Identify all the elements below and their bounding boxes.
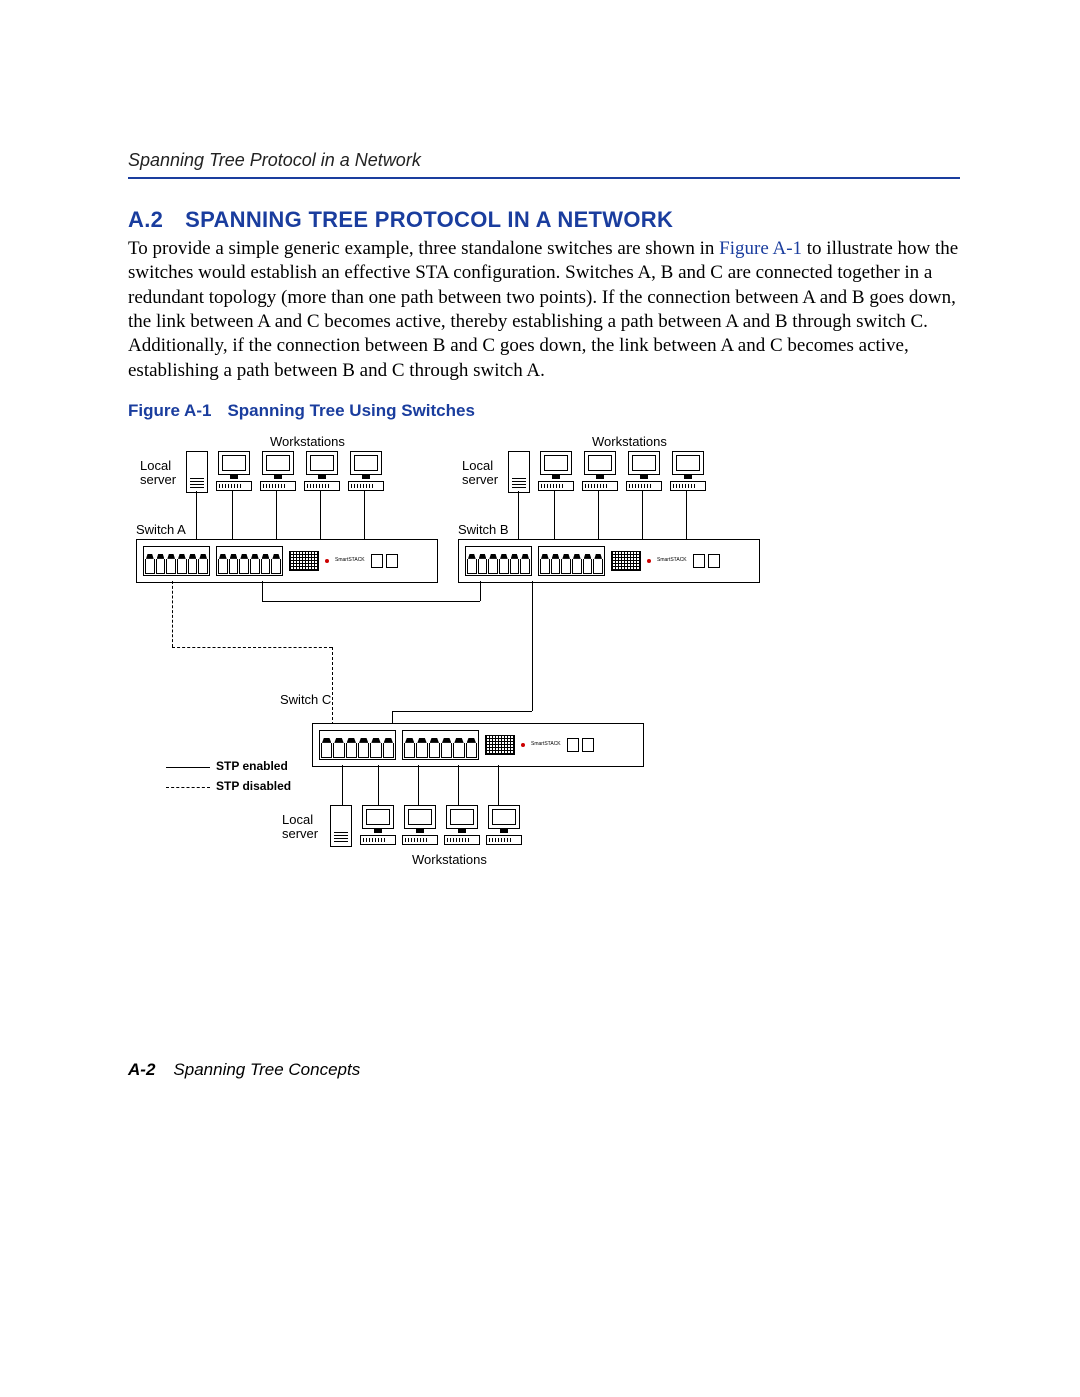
cable [532,581,533,711]
figure-title: Spanning Tree Using Switches [227,401,475,420]
section-title: SPANNING TREE PROTOCOL IN A NETWORK [185,207,673,232]
legend-line-solid [166,767,210,768]
workstation-icon [582,451,618,491]
cable [262,601,480,602]
cable [262,581,263,601]
server-icon [186,451,208,493]
page: Spanning Tree Protocol in a Network A.2 S… [0,0,1080,1397]
para-post: to illustrate how the switches would est… [128,238,958,381]
label-local-server-a: Local server [140,459,176,488]
running-head: Spanning Tree Protocol in a Network [128,150,960,179]
workstation-icon [216,451,252,491]
figure-reference-link[interactable]: Figure A-1 [719,238,802,259]
legend-stp-enabled: STP enabled [216,760,288,773]
body-paragraph: To provide a simple generic example, thr… [128,237,960,383]
cable [686,491,687,541]
cable-disabled [332,647,333,725]
label-local-server-c: Local server [282,813,318,842]
workstation-icon [538,451,574,491]
switch-icon: SmartSTACK [458,539,760,583]
label-workstations-c: Workstations [412,853,487,867]
label-switch-c: Switch C [280,693,331,707]
cable [276,491,277,541]
label-switch-b: Switch B [458,523,509,537]
footer-title: Spanning Tree Concepts [173,1060,360,1079]
cable [598,491,599,541]
workstation-icon [260,451,296,491]
cable [392,711,532,712]
section-number: A.2 [128,207,163,232]
switch-icon: SmartSTACK [136,539,438,583]
figure-diagram: Workstations Local server Workstations L… [132,435,792,885]
page-number: A-2 [128,1060,155,1079]
section-heading: A.2 SPANNING TREE PROTOCOL IN A NETWORK [128,207,960,233]
label-local-server-b: Local server [462,459,498,488]
server-icon [330,805,352,847]
figure-number: Figure A-1 [128,401,211,420]
cable [320,491,321,541]
workstation-icon [304,451,340,491]
switch-icon: SmartSTACK [312,723,644,767]
figure-caption: Figure A-1 Spanning Tree Using Switches [128,401,960,421]
cable-disabled [172,581,173,647]
para-pre: To provide a simple generic example, thr… [128,238,719,259]
workstation-icon [348,451,384,491]
cable [480,581,481,601]
label-workstations-a: Workstations [270,435,345,449]
cable [364,491,365,541]
label-switch-a: Switch A [136,523,186,537]
workstation-icon [402,805,438,845]
server-icon [508,451,530,493]
workstation-icon [486,805,522,845]
cable [232,491,233,541]
workstation-icon [626,451,662,491]
workstation-icon [444,805,480,845]
workstation-icon [360,805,396,845]
cable [518,491,519,541]
legend-stp-disabled: STP disabled [216,780,291,793]
cable [196,491,197,541]
workstation-icon [670,451,706,491]
page-footer: A-2 Spanning Tree Concepts [128,1060,360,1080]
label-workstations-b: Workstations [592,435,667,449]
cable [554,491,555,541]
cable [642,491,643,541]
cable-disabled [172,647,332,648]
legend-line-dashed [166,787,210,788]
